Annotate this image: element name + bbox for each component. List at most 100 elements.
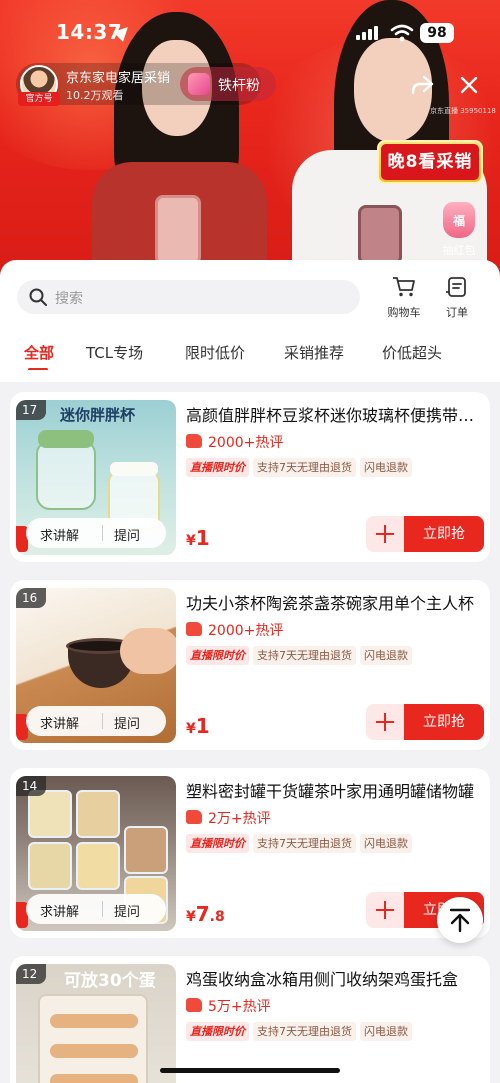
thumbs-up-icon	[186, 810, 202, 824]
close-icon[interactable]	[458, 74, 480, 96]
product-image[interactable]: 16 求讲解 提问	[16, 588, 176, 743]
arrow-up-icon	[449, 908, 471, 933]
thumb-caption: 迷你胖胖杯	[60, 406, 136, 424]
phone-on-stand	[358, 205, 402, 265]
product-title[interactable]: 塑料密封罐干货罐茶叶家用通明罐储物罐	[186, 778, 486, 802]
ask-question-button[interactable]: 提问	[114, 901, 140, 920]
home-indicator	[160, 1068, 340, 1073]
product-card[interactable]: 可放30个蛋 12 鸡蛋收纳盒冰箱用侧门收纳架鸡蛋托盒 5万+热评 直播限时价支…	[10, 956, 490, 1083]
thumbs-up-icon	[186, 434, 202, 448]
ask-pill: 求讲解 提问	[26, 706, 166, 736]
lucky-bag-label: 抽红包	[442, 244, 476, 257]
tab-limited-price[interactable]: 限时低价	[185, 342, 245, 363]
rank-badge: 12	[16, 964, 46, 984]
product-card[interactable]: 14 求讲解 提问 塑料密封罐干货罐茶叶家用通明罐储物罐 2万+热评 直播限时价…	[10, 768, 490, 938]
tag-return: 支持7天无理由退货	[253, 458, 356, 477]
product-card[interactable]: 16 求讲解 提问 功夫小茶杯陶瓷茶盏茶碗家用单个主人杯 2000+热评 直播限…	[10, 580, 490, 750]
product-image[interactable]: 14 求讲解 提问	[16, 776, 176, 931]
lucky-bag-button[interactable]: 福 抽红包	[434, 202, 484, 258]
tag-live-price: 直播限时价	[186, 458, 249, 477]
product-price: ¥1	[186, 526, 210, 550]
wifi-icon	[390, 24, 414, 42]
tag-live-price: 直播限时价	[186, 1022, 249, 1041]
cellular-signal-icon	[356, 26, 382, 40]
request-explain-button[interactable]: 求讲解	[40, 713, 79, 732]
thumb-caption: 可放30个蛋	[64, 971, 156, 991]
product-tags: 直播限时价 支持7天无理由退货 闪电退款	[186, 832, 416, 853]
tab-tcl[interactable]: TCL专场	[86, 342, 143, 363]
tag-live-price: 直播限时价	[186, 646, 249, 665]
product-sheet: 搜索 购物车 订单 全部 TCL专场 限时低价 采销推荐 价低超头 迷你胖胖杯 …	[0, 260, 500, 1083]
buy-now-button[interactable]: 立即抢	[404, 704, 484, 740]
tag-refund: 闪电退款	[360, 458, 412, 477]
product-card[interactable]: 迷你胖胖杯 17 求讲解 提问 高颜值胖胖杯豆浆杯迷你玻璃杯便携带刻度 2000…	[10, 392, 490, 562]
product-title[interactable]: 高颜值胖胖杯豆浆杯迷你玻璃杯便携带刻度	[186, 402, 486, 426]
search-icon	[29, 288, 47, 306]
thumbs-up-icon	[186, 998, 202, 1012]
add-to-cart-button[interactable]	[366, 704, 404, 740]
rank-badge: 17	[16, 400, 46, 420]
review-count: 2万+热评	[186, 808, 271, 828]
tag-return: 支持7天无理由退货	[253, 646, 356, 665]
add-to-cart-button[interactable]	[366, 516, 404, 552]
active-tab-indicator	[28, 368, 48, 370]
request-explain-button[interactable]: 求讲解	[40, 525, 79, 544]
viewer-count: 10.2万观看	[66, 89, 124, 102]
product-tags: 直播限时价 支持7天无理由退货 闪电退款	[186, 1020, 416, 1041]
rank-badge: 16	[16, 588, 46, 608]
product-tags: 直播限时价 支持7天无理由退货 闪电退款	[186, 644, 416, 665]
ask-pill: 求讲解 提问	[26, 518, 166, 548]
buy-now-button[interactable]: 立即抢	[404, 516, 484, 552]
phone-on-stand	[155, 195, 201, 265]
tag-return: 支持7天无理由退货	[253, 1022, 356, 1041]
ask-question-button[interactable]: 提问	[114, 525, 140, 544]
rank-badge: 14	[16, 776, 46, 796]
product-image[interactable]: 可放30个蛋 12	[16, 964, 176, 1083]
review-count: 2000+热评	[186, 432, 283, 452]
tag-return: 支持7天无理由退货	[253, 834, 356, 853]
scroll-to-top-button[interactable]	[437, 897, 483, 943]
fan-club-button[interactable]: 铁杆粉	[180, 67, 276, 101]
fan-badge-icon	[188, 73, 210, 95]
cart-label: 购物车	[387, 306, 421, 319]
live-watermark: 京东直播 35950118	[430, 107, 496, 115]
tab-low-price[interactable]: 价低超头	[382, 342, 442, 363]
order-icon	[445, 277, 466, 297]
cart-button[interactable]: 购物车	[381, 276, 427, 320]
ask-pill: 求讲解 提问	[26, 894, 166, 924]
tab-recommended[interactable]: 采销推荐	[284, 342, 344, 363]
status-bar: 14:37 98	[0, 0, 500, 62]
tag-refund: 闪电退款	[360, 834, 412, 853]
order-label: 订单	[446, 306, 468, 319]
product-list[interactable]: 迷你胖胖杯 17 求讲解 提问 高颜值胖胖杯豆浆杯迷你玻璃杯便携带刻度 2000…	[0, 382, 500, 1083]
request-explain-button[interactable]: 求讲解	[40, 901, 79, 920]
review-count: 5万+热评	[186, 996, 271, 1016]
review-count: 2000+热评	[186, 620, 283, 640]
lucky-bag-icon: 福	[443, 202, 475, 238]
cart-icon	[393, 277, 415, 297]
product-title[interactable]: 鸡蛋收纳盒冰箱用侧门收纳架鸡蛋托盒	[186, 966, 486, 990]
promo-banner[interactable]: 晚8看采销	[377, 140, 483, 184]
tab-all[interactable]: 全部	[24, 342, 54, 363]
battery-indicator: 98	[420, 23, 454, 43]
product-title[interactable]: 功夫小茶杯陶瓷茶盏茶碗家用单个主人杯	[186, 590, 486, 614]
live-room-info[interactable]: 官方号 京东家电家居采销 10.2万观看 铁杆粉	[16, 63, 276, 106]
product-price: ¥7.8	[186, 902, 225, 926]
orders-button[interactable]: 订单	[434, 276, 480, 320]
search-input[interactable]: 搜索	[17, 280, 360, 314]
room-name: 京东家电家居采销	[66, 71, 171, 86]
tag-refund: 闪电退款	[360, 1022, 412, 1041]
share-icon[interactable]	[410, 74, 434, 96]
product-image[interactable]: 迷你胖胖杯 17 求讲解 提问	[16, 400, 176, 555]
tag-refund: 闪电退款	[360, 646, 412, 665]
category-tabs: 全部 TCL专场 限时低价 采销推荐 价低超头	[0, 340, 500, 370]
product-price: ¥1	[186, 714, 210, 738]
product-tags: 直播限时价 支持7天无理由退货 闪电退款	[186, 456, 416, 477]
tag-live-price: 直播限时价	[186, 834, 249, 853]
add-to-cart-button[interactable]	[366, 892, 404, 928]
fan-club-label: 铁杆粉	[218, 78, 260, 94]
thumbs-up-icon	[186, 622, 202, 636]
search-placeholder: 搜索	[55, 291, 83, 307]
ask-question-button[interactable]: 提问	[114, 713, 140, 732]
official-badge: 官方号	[18, 92, 60, 106]
